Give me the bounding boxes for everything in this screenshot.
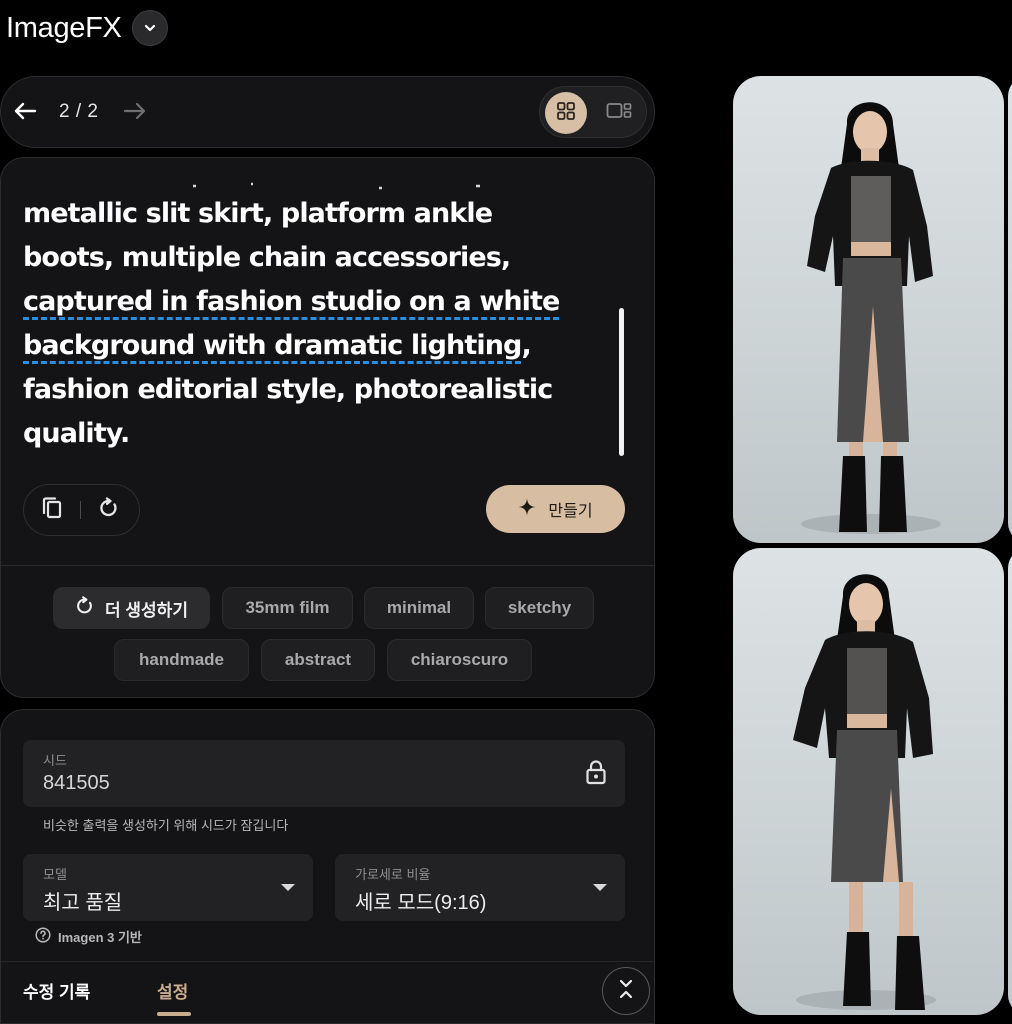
previous-button[interactable] bbox=[11, 99, 39, 127]
aspect-ratio-value: 세로 모드(9:16) bbox=[355, 892, 487, 914]
model-note: Imagen 3 기반 bbox=[35, 927, 142, 946]
view-toggle bbox=[539, 86, 647, 138]
lock-icon bbox=[585, 759, 607, 790]
prompt-card: metallic slit skirt, platform ankle boot… bbox=[0, 157, 655, 698]
app-header: ImageFX bbox=[6, 8, 168, 48]
generate-more-chip[interactable]: 더 생성하기 bbox=[53, 587, 210, 629]
grid-view-icon bbox=[556, 101, 576, 126]
style-chip-minimal[interactable]: minimal bbox=[364, 587, 474, 629]
prompt-line-underlined: captured in fashion studio on a white bbox=[23, 286, 560, 317]
next-button[interactable] bbox=[121, 99, 149, 127]
help-circle-icon[interactable] bbox=[35, 927, 51, 946]
prompt-comma: , bbox=[521, 330, 531, 361]
prompt-line-underlined: background with dramatic lighting bbox=[23, 330, 522, 361]
prompt-line: quality. bbox=[23, 418, 130, 449]
result-navigation-bar: 2 / 2 bbox=[0, 76, 655, 148]
prompt-divider bbox=[1, 565, 654, 566]
tab-history[interactable]: 수정 기록 bbox=[23, 978, 90, 1003]
app-menu-button[interactable] bbox=[131, 10, 168, 46]
single-view-button[interactable] bbox=[598, 92, 640, 134]
style-chip-abstract[interactable]: abstract bbox=[261, 639, 375, 681]
generated-image[interactable] bbox=[733, 76, 1004, 543]
generated-image-partial[interactable] bbox=[1008, 548, 1012, 1015]
collapse-icon bbox=[617, 978, 635, 1005]
grid-view-button[interactable] bbox=[545, 92, 587, 134]
generated-image[interactable] bbox=[733, 548, 1004, 1015]
refresh-icon bbox=[75, 595, 95, 621]
prompt-line: boots, multiple chain accessories, bbox=[23, 242, 511, 273]
model-label: 모델 bbox=[43, 867, 67, 882]
prompt-textarea[interactable]: metallic slit skirt, platform ankle boot… bbox=[23, 192, 623, 456]
reset-prompt-button[interactable] bbox=[81, 485, 137, 535]
seed-field[interactable]: 시드 841505 bbox=[23, 740, 625, 807]
create-button-label: 만들기 bbox=[548, 503, 593, 520]
single-view-icon bbox=[606, 102, 632, 125]
arrow-right-icon bbox=[123, 101, 147, 126]
generate-more-label: 더 생성하기 bbox=[105, 600, 188, 620]
prompt-actions bbox=[23, 484, 140, 536]
style-chip-handmade[interactable]: handmade bbox=[114, 639, 249, 681]
style-chip-chiaroscuro[interactable]: chiaroscuro bbox=[387, 639, 532, 681]
model-note-text: Imagen 3 기반 bbox=[58, 930, 142, 945]
prompt-scrollbar[interactable] bbox=[619, 308, 624, 456]
generated-image-partial[interactable] bbox=[1008, 76, 1012, 543]
style-chip-35mm-film[interactable]: 35mm film bbox=[222, 587, 353, 629]
collapse-panel-button[interactable] bbox=[602, 967, 650, 1015]
settings-divider bbox=[1, 961, 654, 962]
clipped-text-fragment bbox=[193, 182, 480, 190]
sparkle-icon bbox=[518, 498, 536, 521]
imagefx-page: ImageFX 2 / 2 metallic slit skirt, platf… bbox=[0, 0, 1012, 1024]
create-button[interactable]: 만들기 bbox=[486, 485, 625, 533]
model-value: 최고 품질 bbox=[43, 892, 123, 914]
seed-value: 841505 bbox=[43, 772, 110, 794]
seed-label: 시드 bbox=[43, 753, 67, 768]
prompt-line: metallic slit skirt, platform ankle bbox=[23, 198, 493, 229]
model-select[interactable]: 모델 최고 품질 bbox=[23, 854, 313, 921]
page-counter: 2 / 2 bbox=[59, 101, 99, 122]
arrow-left-icon bbox=[13, 101, 37, 126]
copy-icon bbox=[41, 496, 63, 525]
tab-settings[interactable]: 설정 bbox=[157, 978, 188, 1003]
dropdown-arrow-icon bbox=[593, 884, 607, 891]
aspect-ratio-label: 가로세로 비율 bbox=[355, 867, 431, 882]
seed-hint: 비슷한 출력을 생성하기 위해 시드가 잠깁니다 bbox=[43, 818, 289, 833]
app-title: ImageFX bbox=[6, 11, 122, 44]
refresh-icon bbox=[98, 496, 120, 524]
dropdown-arrow-icon bbox=[281, 884, 295, 891]
settings-panel: 시드 841505 비슷한 출력을 생성하기 위해 시드가 잠깁니다 모델 최고… bbox=[0, 709, 655, 1024]
prompt-line: fashion editorial style, photorealistic bbox=[23, 374, 553, 405]
active-tab-indicator bbox=[157, 1012, 191, 1016]
seed-lock-button[interactable] bbox=[583, 759, 609, 790]
aspect-ratio-select[interactable]: 가로세로 비율 세로 모드(9:16) bbox=[335, 854, 625, 921]
chevron-down-icon bbox=[144, 19, 156, 37]
copy-prompt-button[interactable] bbox=[24, 485, 80, 535]
style-chip-sketchy[interactable]: sketchy bbox=[485, 587, 594, 629]
